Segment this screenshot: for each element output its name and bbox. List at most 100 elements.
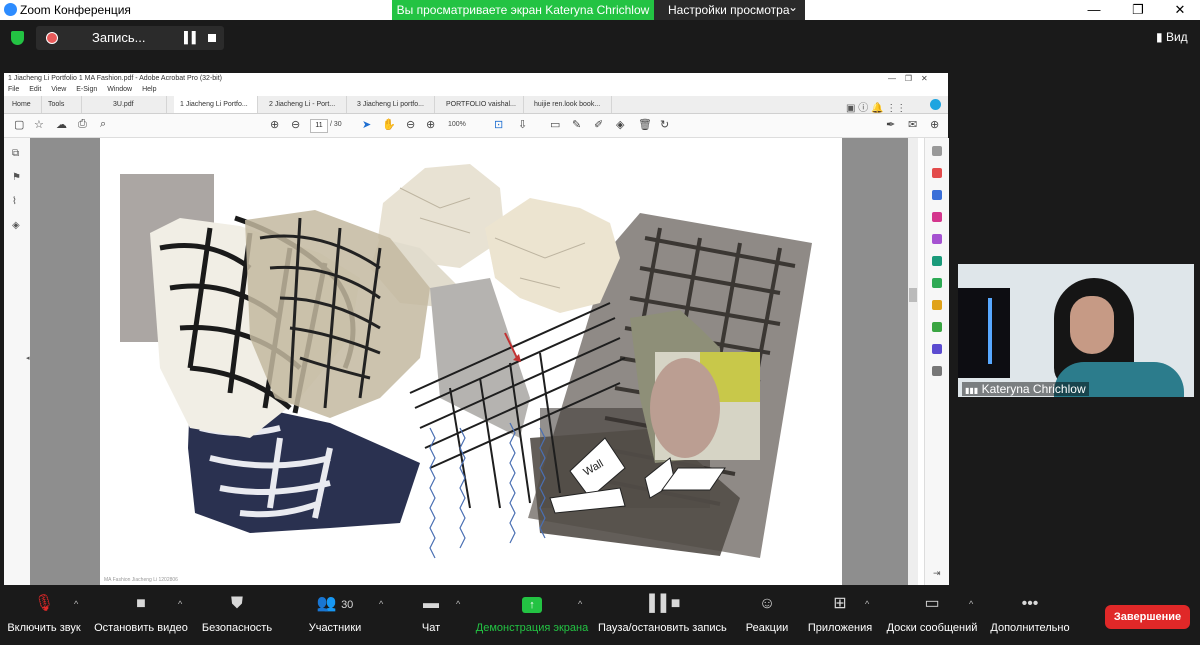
apps-button[interactable]: ⊞ Приложения <box>806 587 874 645</box>
zoom-in-icon[interactable]: ⊕ <box>426 118 435 131</box>
acrobat-header-icons[interactable]: ▣ ⓘ 🔔 ⋮⋮ <box>846 99 906 114</box>
zoom-search-icon[interactable]: ⌕ <box>100 118 106 131</box>
tab-huijie-lookbook[interactable]: huijie ren.look book... <box>528 96 612 113</box>
whiteboards-button[interactable]: ▭ Доски сообщений <box>884 587 980 645</box>
tab-tools[interactable]: Tools <box>42 96 82 113</box>
unmute-button[interactable]: 🎙 Включить звук <box>4 587 84 645</box>
tab-3u-pdf[interactable]: 3U.pdf <box>107 96 167 113</box>
participants-label: Участники <box>308 622 362 634</box>
unmute-label: Включить звук <box>7 622 81 634</box>
maximize-button[interactable]: ❐ <box>1124 1 1152 19</box>
bookmarks-icon[interactable]: ⚑ <box>12 172 21 183</box>
participants-caret-icon[interactable]: ^ <box>379 599 383 609</box>
zoom-level[interactable]: 100% <box>448 121 466 128</box>
pause-recording-button[interactable]: ▌▌ <box>184 32 200 44</box>
security-button[interactable]: ⛊ Безопасность <box>200 587 274 645</box>
scrollbar-thumb[interactable] <box>909 288 917 302</box>
rotate-icon[interactable]: ↻ <box>660 118 669 131</box>
share-screen-button[interactable]: ↑ Демонстрация экрана <box>474 587 590 645</box>
whiteboard-caret-icon[interactable]: ^ <box>969 599 973 609</box>
stop-video-button[interactable]: ■ Остановить видео <box>94 587 188 645</box>
view-options-button[interactable]: Настройки просмотра ⌄ <box>654 0 805 20</box>
export-excel-icon[interactable] <box>932 278 942 288</box>
chat-caret-icon[interactable]: ^ <box>456 599 460 609</box>
more-button[interactable]: ••• Дополнительно <box>988 587 1072 645</box>
zoom-tool-icon[interactable] <box>932 146 942 156</box>
tab-jiacheng-portfolio-1[interactable]: 1 Jiacheng Li Portfo... <box>174 96 258 113</box>
delete-icon[interactable]: 🗑 <box>638 118 652 131</box>
bookmark-star-icon[interactable]: ☆ <box>34 118 44 131</box>
email-icon[interactable]: ✉ <box>908 118 917 131</box>
view-layout-button[interactable]: ▮ Вид <box>1156 30 1188 44</box>
upload-cloud-icon[interactable]: ☁ <box>56 118 67 131</box>
stop-video-label: Остановить видео <box>94 622 188 634</box>
tab-jiacheng-portfolio-3[interactable]: 3 Jiacheng Li portfo... <box>351 96 435 113</box>
menu-help[interactable]: Help <box>142 86 156 93</box>
zoom-out-icon[interactable]: ⊖ <box>406 118 415 131</box>
save-icon[interactable]: ▢ <box>14 118 24 131</box>
print-production-icon[interactable] <box>932 322 942 332</box>
participant-video-tile[interactable]: ▮▮▮ Kateryna Chrichlow <box>958 264 1194 397</box>
menu-view[interactable]: View <box>51 86 66 93</box>
stop-recording-button[interactable] <box>208 34 216 42</box>
fit-page-icon[interactable]: ⊡ <box>494 118 503 131</box>
sign-icon[interactable]: ✒ <box>886 118 895 131</box>
security-shield-icon: ⛊ <box>230 595 243 612</box>
participants-button[interactable]: 👥 30 Участники <box>302 587 368 645</box>
next-page-icon[interactable]: ⊖ <box>291 118 300 131</box>
menu-edit[interactable]: Edit <box>29 86 41 93</box>
acrobat-tab-bar: Home Tools 3U.pdf 1 Jiacheng Li Portfo..… <box>4 96 948 114</box>
pause-stop-recording-label: Пауза/остановить запись <box>598 622 727 634</box>
menu-file[interactable]: File <box>8 86 19 93</box>
hand-tool-icon[interactable]: ✋ <box>382 118 396 131</box>
more-tools-icon[interactable] <box>932 366 942 376</box>
close-button[interactable]: ✕ <box>1166 1 1194 19</box>
draw-icon[interactable]: ✐ <box>594 118 603 131</box>
stamp-icon[interactable]: ◈ <box>616 118 624 131</box>
expand-left-panel-icon[interactable]: ◂ <box>26 354 30 362</box>
scroll-mode-icon[interactable]: ⇩ <box>518 118 527 131</box>
select-cursor-icon[interactable]: ➤ <box>362 118 371 131</box>
participant-name-label: ▮▮▮ Kateryna Chrichlow <box>962 382 1089 396</box>
page-thumbnails-icon[interactable]: ⧉ <box>12 148 19 159</box>
tab-portfolio-vaishal[interactable]: PORTFOLIO vaishal... <box>440 96 524 113</box>
acrobat-toolbar: ▢ ☆ ☁ ⎙ ⌕ ⊕ ⊖ 11 / 30 ➤ ✋ ⊖ ⊕ 100% ⊡ ⇩ ▭… <box>4 114 948 138</box>
organize-pages-icon[interactable] <box>932 256 942 266</box>
edit-pdf-icon[interactable] <box>932 212 942 222</box>
minimize-button[interactable]: — <box>1080 1 1108 19</box>
video-camera-icon: ■ <box>136 595 146 612</box>
document-scrollbar[interactable] <box>908 138 918 585</box>
previous-page-icon[interactable]: ⊕ <box>270 118 279 131</box>
window-title: Zoom Конференция <box>20 3 131 17</box>
highlight-pen-icon[interactable]: ✎ <box>572 118 581 131</box>
apps-caret-icon[interactable]: ^ <box>865 599 869 609</box>
menu-esign[interactable]: E-Sign <box>76 86 97 93</box>
reactions-button[interactable]: ☺ Реакции <box>740 587 794 645</box>
account-avatar[interactable] <box>930 99 941 110</box>
page-number-input[interactable]: 11 <box>310 119 328 133</box>
share-user-icon[interactable]: ⊕ <box>930 118 939 131</box>
layers-icon[interactable]: ◈ <box>12 220 20 231</box>
chat-button[interactable]: ▬ Чат <box>404 587 458 645</box>
video-options-caret-icon[interactable]: ^ <box>178 599 182 609</box>
attachments-icon[interactable]: ⌇ <box>12 196 17 207</box>
tab-jiacheng-portfolio-2[interactable]: 2 Jiacheng Li - Port... <box>263 96 347 113</box>
encryption-shield-icon[interactable] <box>11 31 24 45</box>
share-caret-icon[interactable]: ^ <box>578 599 582 609</box>
zoom-app-icon <box>4 3 17 16</box>
comment-icon[interactable]: ▭ <box>550 118 560 131</box>
end-meeting-button[interactable]: Завершение <box>1105 605 1190 629</box>
apps-icon: ⊞ <box>833 595 847 612</box>
pause-stop-recording-button[interactable]: ▐▐ ■ Пауза/остановить запись <box>598 587 727 645</box>
comment-tool-icon[interactable] <box>932 300 942 310</box>
create-pdf-icon[interactable] <box>932 190 942 200</box>
print-icon[interactable]: ⎙ <box>78 118 87 131</box>
export-pdf-icon[interactable] <box>932 168 942 178</box>
protect-icon[interactable] <box>932 344 942 354</box>
audio-options-caret-icon[interactable]: ^ <box>74 599 78 609</box>
tab-home[interactable]: Home <box>6 96 42 113</box>
recording-label: Запись... <box>92 30 146 45</box>
fill-sign-icon[interactable] <box>932 234 942 244</box>
menu-window[interactable]: Window <box>107 86 132 93</box>
collapse-right-panel-icon[interactable]: ⇥ <box>933 568 941 579</box>
